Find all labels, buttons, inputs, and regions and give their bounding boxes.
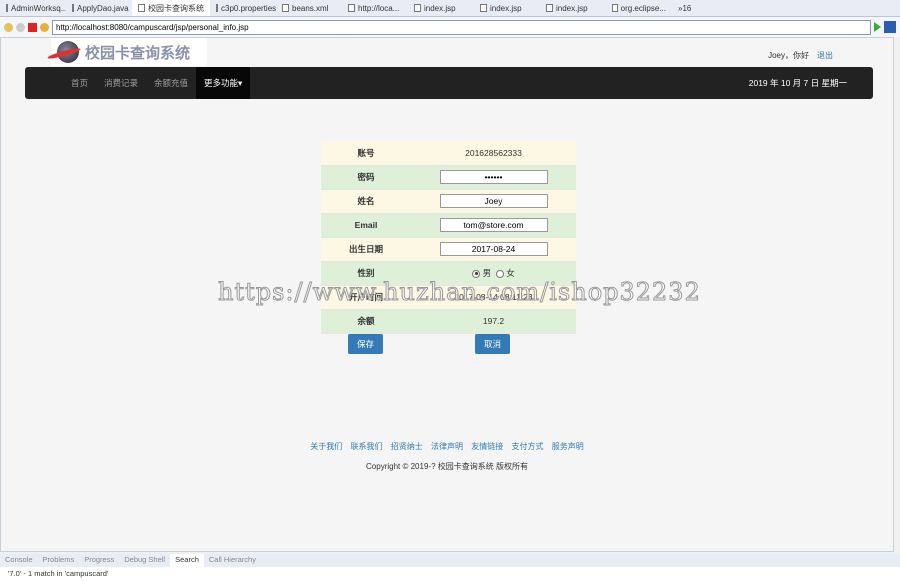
navbar: 首页 消费记录 余额充值 更多功能▾ 2019 年 10 月 7 日 星期一 (25, 67, 873, 99)
row-birth: 出生日期 (321, 237, 576, 262)
name-input[interactable] (439, 194, 548, 208)
footer-link[interactable]: 联系我们 (351, 442, 383, 451)
globe-icon (348, 4, 355, 12)
row-balance: 余额 197.2 (321, 309, 576, 334)
file-icon (282, 4, 289, 12)
nav-recharge[interactable]: 余额充值 (146, 67, 196, 99)
row-gender: 性别 男 女 (321, 261, 576, 286)
editor-tab[interactable]: c3p0.properties (210, 0, 276, 16)
male-radio[interactable] (472, 269, 481, 278)
file-icon (414, 4, 421, 12)
globe-logo-icon (57, 41, 79, 63)
footer-links: 关于我们 联系我们 招贤纳士 法律声明 友情链接 支付方式 服务声明 (1, 441, 893, 452)
editor-tab[interactable]: AdminWorksq... (0, 0, 66, 16)
refresh-icon[interactable] (40, 22, 49, 32)
editor-tab[interactable]: index.jsp (408, 0, 474, 16)
nav-records[interactable]: 消费记录 (96, 67, 146, 99)
user-area: Joey，你好 退出 (768, 50, 833, 61)
cancel-button[interactable]: 取消 (475, 334, 511, 354)
row-account: 账号 201628562333 (321, 141, 576, 166)
debug-shell-tab[interactable]: Debug Shell (119, 554, 170, 567)
footer-link[interactable]: 关于我们 (310, 442, 342, 451)
search-tab[interactable]: Search (170, 554, 204, 567)
copyright: Copyright © 2019-? 校园卡查询系统 版权所有 (366, 462, 528, 471)
birth-input[interactable] (439, 242, 548, 256)
editor-tab[interactable]: beans.xml (276, 0, 342, 16)
current-date: 2019 年 10 月 7 日 星期一 (748, 78, 847, 88)
editor-tab[interactable]: index.jsp (474, 0, 540, 16)
search-status: '7.0' - 1 match in 'campuscard' (8, 569, 109, 578)
back-icon[interactable] (4, 22, 13, 32)
stop-icon[interactable] (28, 22, 37, 32)
password-input[interactable] (439, 170, 548, 184)
row-password: 密码 (321, 165, 576, 190)
file-icon (546, 4, 553, 12)
row-created: 开户时间 2017-08-14 08:11:23 (321, 285, 576, 310)
editor-tab[interactable]: org.eclipse... (606, 0, 672, 16)
file-icon (612, 4, 618, 12)
file-icon (72, 4, 74, 12)
editor-tab[interactable]: index.jsp (540, 0, 606, 16)
female-radio[interactable] (495, 269, 504, 278)
editor-tabs: AdminWorksq... ApplyDao.java 校园卡查询系统 c3p… (0, 0, 900, 17)
forward-icon[interactable] (16, 22, 25, 32)
greeting: Joey，你好 (768, 51, 809, 60)
console-tab[interactable]: Console (0, 554, 38, 567)
browser-toolbar (0, 17, 900, 37)
logout-link[interactable]: 退出 (817, 51, 833, 60)
url-input[interactable] (52, 19, 871, 35)
site-logo[interactable]: 校园卡查询系统 (51, 38, 207, 66)
save-button[interactable]: 保存 (348, 334, 384, 354)
footer-link[interactable]: 支付方式 (511, 442, 543, 451)
row-name: 姓名 (321, 189, 576, 214)
open-external-icon[interactable] (884, 21, 896, 33)
more-tabs[interactable]: »16 (672, 0, 738, 16)
email-input[interactable] (439, 218, 548, 232)
browser-page: 校园卡查询系统 Joey，你好 退出 首页 消费记录 余额充值 更多功能▾ 201… (0, 37, 894, 552)
file-icon (216, 4, 218, 12)
footer-link[interactable]: 法律声明 (431, 442, 463, 451)
editor-tab[interactable]: http://loca... (342, 0, 408, 16)
progress-tab[interactable]: Progress (79, 554, 119, 567)
editor-tab-active[interactable]: 校园卡查询系统 (132, 0, 210, 16)
footer-link[interactable]: 友情链接 (471, 442, 503, 451)
editor-tab[interactable]: ApplyDao.java (66, 0, 132, 16)
call-hierarchy-tab[interactable]: Call Hierarchy (204, 554, 261, 567)
go-icon[interactable] (874, 22, 881, 32)
bottom-panel: Console Problems Progress Debug Shell Se… (0, 554, 900, 581)
personal-info-form: 账号201628562333 密码 姓名 Email 出生日期 性别 男 女 开… (321, 141, 576, 334)
problems-tab[interactable]: Problems (38, 554, 80, 567)
row-email: Email (321, 213, 576, 238)
file-icon (480, 4, 487, 12)
file-icon (6, 4, 8, 12)
nav-more-dropdown[interactable]: 更多功能▾ (196, 67, 251, 99)
footer-link[interactable]: 服务声明 (552, 442, 584, 451)
globe-icon (138, 4, 145, 12)
nav-home[interactable]: 首页 (63, 67, 96, 99)
footer-link[interactable]: 招贤纳士 (391, 442, 423, 451)
